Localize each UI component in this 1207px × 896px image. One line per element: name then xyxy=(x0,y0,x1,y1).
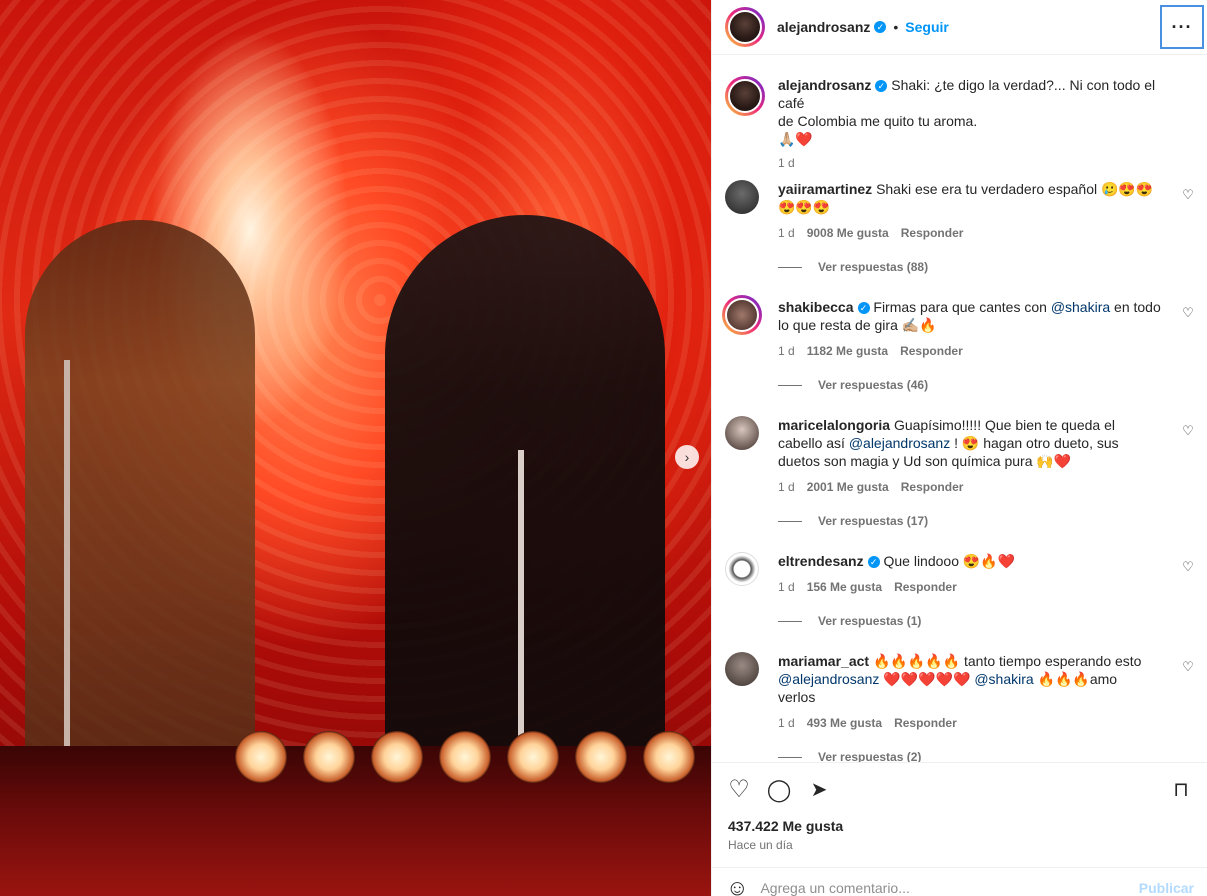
comments-list[interactable]: alejandrosanz ✓ Shaki: ¿te digo la verdad… xyxy=(712,56,1207,762)
comment-text-mid: ❤️❤️❤️❤️❤️ xyxy=(879,671,975,687)
stage-lamp xyxy=(575,731,627,783)
author-username[interactable]: alejandrosanz xyxy=(777,19,870,35)
share-send-icon[interactable]: ➤ xyxy=(806,777,832,803)
publish-button[interactable]: Publicar xyxy=(1139,880,1194,896)
caption-time[interactable]: 1 d xyxy=(778,154,795,172)
mention-link[interactable]: @shakira xyxy=(1051,299,1110,315)
view-replies[interactable]: Ver respuestas (17) xyxy=(778,514,928,528)
emoji-icon[interactable]: ☺ xyxy=(726,875,748,896)
heart-icon[interactable]: ♡ xyxy=(1181,660,1195,674)
comment-text: Shaki ese era tu verdadero español 🥲😍😍 xyxy=(876,181,1154,197)
comment-text-2: 🔥🔥🔥amo xyxy=(1033,671,1118,687)
commenter-avatar[interactable] xyxy=(725,652,759,686)
comment-username[interactable]: shakibecca xyxy=(778,299,854,315)
reply-button[interactable]: Responder xyxy=(901,478,964,496)
comment-time[interactable]: 1 d xyxy=(778,224,795,242)
comment-likes[interactable]: 9008 Me gusta xyxy=(807,224,889,242)
author-avatar[interactable] xyxy=(725,7,765,47)
stage-lamp xyxy=(439,731,491,783)
more-options-button[interactable]: ··· xyxy=(1160,5,1204,49)
post-modal: › alejandrosanz ✓ • Seguir ··· alejandro… xyxy=(0,0,1207,896)
comment-username[interactable]: yaiiramartinez xyxy=(778,181,872,197)
view-replies[interactable]: Ver respuestas (2) xyxy=(778,750,921,762)
heart-icon[interactable]: ♡ xyxy=(1181,306,1195,320)
reply-button[interactable]: Responder xyxy=(901,224,964,242)
comment-text-2: cabello así xyxy=(778,435,849,451)
action-bar: ♡ ◯ ➤ ⊓ xyxy=(726,777,1194,805)
heart-icon[interactable]: ♡ xyxy=(1181,560,1195,574)
chevron-right-icon: › xyxy=(684,449,690,465)
comment-time[interactable]: 1 d xyxy=(778,714,795,732)
post-footer: ♡ ◯ ➤ ⊓ 437.422 Me gusta Hace un día ☺ A… xyxy=(712,762,1207,896)
comment-text: Firmas para que cantes con xyxy=(873,299,1051,315)
comment-text-3: verlos xyxy=(778,689,816,705)
comment-username[interactable]: mariamar_act xyxy=(778,653,869,669)
commenter-avatar[interactable] xyxy=(725,552,759,586)
comment-username[interactable]: eltrendesanz xyxy=(778,553,864,569)
post-details-panel: alejandrosanz ✓ • Seguir ··· alejandrosa… xyxy=(711,0,1207,896)
like-heart-icon[interactable]: ♡ xyxy=(726,777,752,803)
stage-lights xyxy=(0,731,711,801)
caption-avatar[interactable] xyxy=(725,76,765,116)
reply-button[interactable]: Responder xyxy=(894,714,957,732)
heart-icon[interactable]: ♡ xyxy=(1181,424,1195,438)
next-image-button[interactable]: › xyxy=(675,445,699,469)
comment-likes[interactable]: 156 Me gusta xyxy=(807,578,882,596)
more-icon: ··· xyxy=(1171,16,1193,37)
verified-badge-icon: ✓ xyxy=(867,556,880,568)
comment-bubble-icon[interactable]: ◯ xyxy=(766,777,792,803)
comment-time[interactable]: 1 d xyxy=(778,578,795,596)
commenter-avatar[interactable] xyxy=(725,180,759,214)
likes-count[interactable]: 437.422 Me gusta xyxy=(728,818,843,834)
comment-text: Que lindooo 😍🔥❤️ xyxy=(883,553,1016,569)
verified-badge-icon: ✓ xyxy=(874,21,887,33)
comment-text-tail: en todo xyxy=(1110,299,1161,315)
verified-badge-icon: ✓ xyxy=(875,80,888,92)
stage-lamp xyxy=(235,731,287,783)
comment-likes[interactable]: 2001 Me gusta xyxy=(807,478,889,496)
comment-likes[interactable]: 1182 Me gusta xyxy=(807,342,888,360)
comment-time[interactable]: 1 d xyxy=(778,342,795,360)
comment-text: 🔥🔥🔥🔥🔥 tanto tiempo esperando esto xyxy=(872,653,1142,669)
comment-input[interactable]: Agrega un comentario... xyxy=(760,880,1138,896)
separator-dot: • xyxy=(893,19,899,35)
post-time: Hace un día xyxy=(728,838,793,852)
save-bookmark-icon[interactable]: ⊓ xyxy=(1168,777,1194,803)
stage-lamp xyxy=(643,731,695,783)
stage-lamp xyxy=(371,731,423,783)
comment-text-2b: ! 😍 hagan otro dueto, sus xyxy=(950,435,1119,451)
view-replies[interactable]: Ver respuestas (88) xyxy=(778,260,928,274)
stage-lamp xyxy=(507,731,559,783)
view-replies[interactable]: Ver respuestas (46) xyxy=(778,378,928,392)
comment-text-2: lo que resta de gira ✍🏼🔥 xyxy=(778,317,937,333)
caption-emojis: 🙏🏼❤️ xyxy=(778,131,813,147)
post-image[interactable]: › xyxy=(0,0,711,896)
view-replies[interactable]: Ver respuestas (1) xyxy=(778,614,921,628)
reply-button[interactable]: Responder xyxy=(900,342,963,360)
comment-time[interactable]: 1 d xyxy=(778,478,795,496)
commenter-avatar[interactable] xyxy=(725,416,759,450)
reply-button[interactable]: Responder xyxy=(894,578,957,596)
comment-text-3: duetos son magia y Ud son química pura 🙌… xyxy=(778,453,1072,469)
caption-username[interactable]: alejandrosanz xyxy=(778,77,871,93)
caption-text-2: de Colombia me quito tu aroma. xyxy=(778,113,978,129)
comment-username[interactable]: maricelalongoria xyxy=(778,417,890,433)
mention-link[interactable]: @alejandrosanz xyxy=(849,435,950,451)
comment-text-2: 😍😍😍 xyxy=(778,199,831,215)
add-comment-bar: ☺ Agrega un comentario... Publicar xyxy=(712,867,1207,896)
comment-likes[interactable]: 493 Me gusta xyxy=(807,714,882,732)
comment-text: Guapísimo!!!!! Que bien te queda el xyxy=(893,417,1115,433)
verified-badge-icon: ✓ xyxy=(857,302,870,314)
post-header: alejandrosanz ✓ • Seguir ··· xyxy=(712,0,1207,55)
commenter-avatar[interactable] xyxy=(722,295,762,335)
follow-button[interactable]: Seguir xyxy=(905,19,949,35)
mention-link-2[interactable]: @shakira xyxy=(974,671,1033,687)
heart-icon[interactable]: ♡ xyxy=(1181,188,1195,202)
performer-man xyxy=(385,215,665,815)
mention-link[interactable]: @alejandrosanz xyxy=(778,671,879,687)
stage-lamp xyxy=(303,731,355,783)
